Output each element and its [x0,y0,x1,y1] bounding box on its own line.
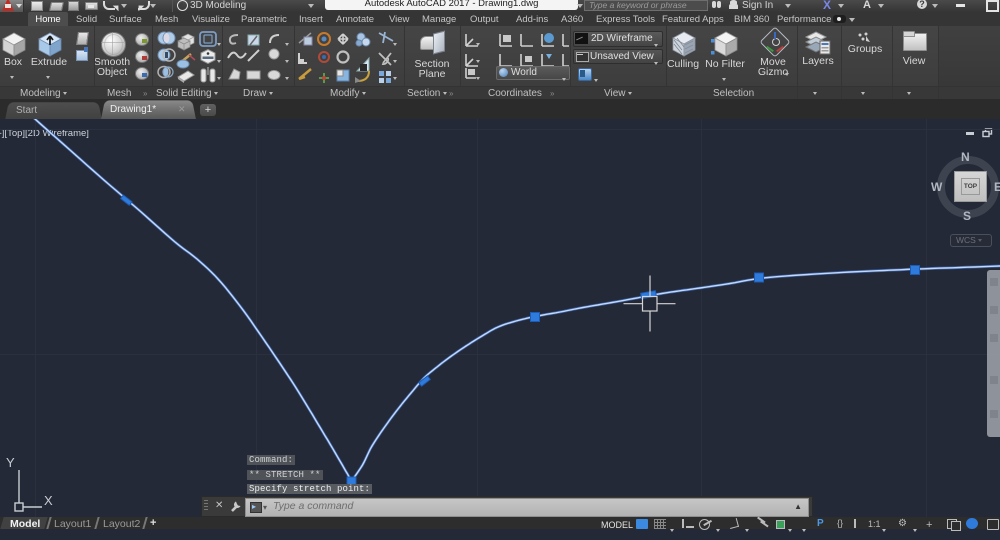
svg-text:Y: Y [6,455,15,470]
svg-text:X: X [44,493,53,508]
